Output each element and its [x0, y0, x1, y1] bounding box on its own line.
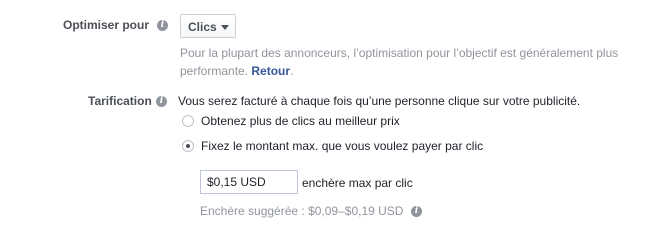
radio-selected-dot [186, 144, 190, 148]
optimize-for-dropdown[interactable]: Clics [180, 14, 236, 38]
suggested-bid: Enchère suggérée : $0,09–$0,19 USD [200, 204, 404, 218]
radio-max-bid[interactable] [182, 140, 194, 152]
dropdown-value: Clics [188, 20, 217, 34]
info-icon[interactable]: i [156, 96, 167, 107]
bid-amount-input[interactable] [200, 170, 298, 194]
radio-best-price[interactable] [182, 115, 194, 127]
radio-label-best-price[interactable]: Obtenez plus de clics au meilleur prix [201, 114, 400, 128]
pricing-label: Tarification [88, 94, 152, 108]
help-text: Pour la plupart des annonceurs, l’optimi… [180, 46, 619, 78]
info-icon[interactable]: i [411, 206, 422, 217]
optimize-help-text: Pour la plupart des annonceurs, l’optimi… [180, 46, 619, 78]
radio-label-max-bid[interactable]: Fixez le montant max. que vous voulez pa… [201, 139, 483, 153]
chevron-down-icon [221, 25, 229, 30]
pricing-description: Vous serez facturé à chaque fois qu’une … [178, 94, 581, 108]
help-link[interactable]: Retour [251, 64, 290, 78]
info-icon[interactable]: i [157, 20, 168, 31]
optimize-label: Optimiser pour [63, 18, 150, 32]
bid-suffix: enchère max par clic [302, 176, 413, 190]
